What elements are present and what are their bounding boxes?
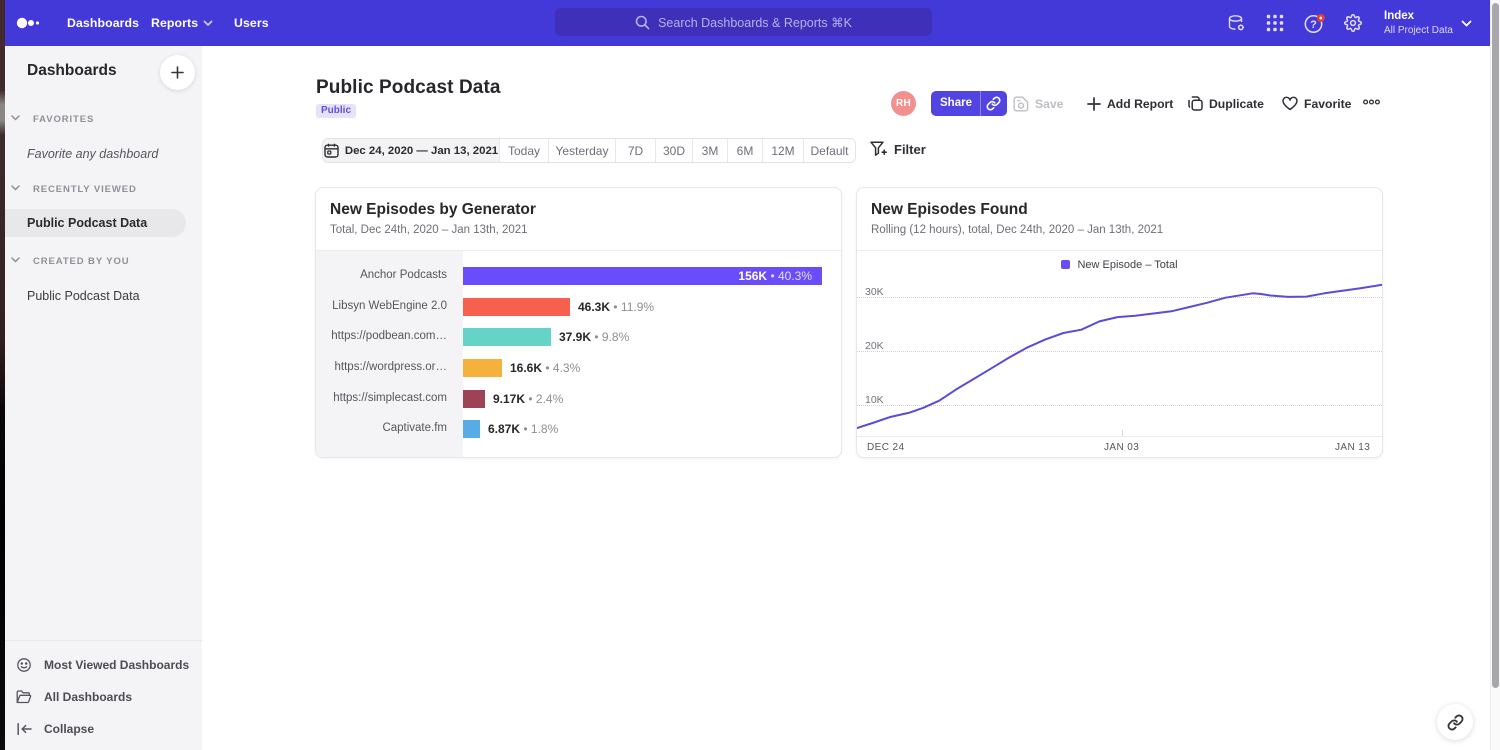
svg-text:?: ? [1310,19,1317,31]
